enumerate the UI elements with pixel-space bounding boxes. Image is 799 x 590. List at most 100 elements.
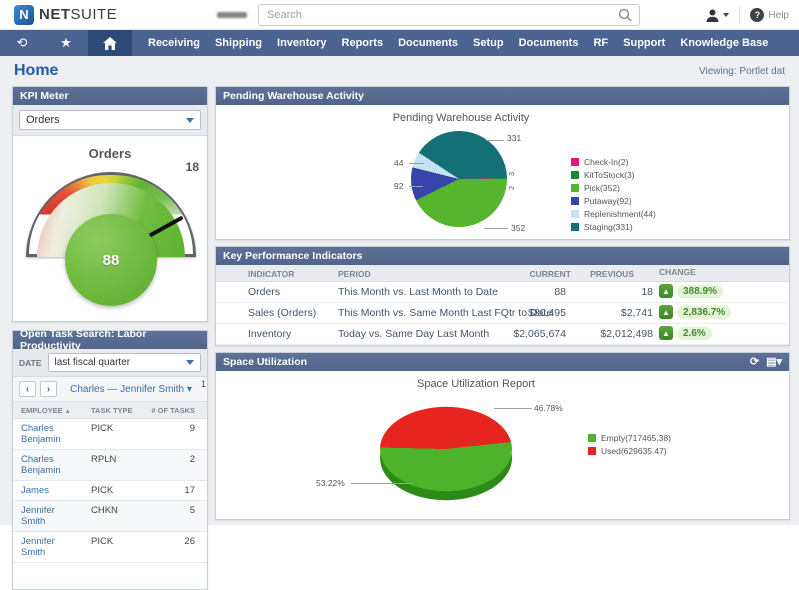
task-count-cell: 17 (140, 481, 207, 501)
pending-activity-title: Pending Warehouse Activity (223, 90, 364, 102)
kpi-previous: $2,741 (621, 307, 653, 319)
space-utilization-portlet: Space Utilization ⟳ ▤▾ Space Utilization… (215, 352, 790, 520)
task-count-cell: 9 (140, 419, 207, 450)
task-count-cell: 5 (140, 501, 207, 532)
col-task-type[interactable]: TASK TYPE (83, 402, 140, 419)
user-menu-icon[interactable] (705, 8, 729, 23)
kpi-period: This Month vs. Last Month to Date (338, 286, 498, 298)
arrow-up-icon: ▲ (659, 284, 673, 298)
nav-item-shipping[interactable]: Shipping (215, 37, 262, 49)
chart-title: Space Utilization Report (351, 378, 601, 390)
space-utilization-pie[interactable] (380, 407, 512, 491)
nav-item-setup[interactable]: Setup (473, 37, 504, 49)
nav-item-inventory[interactable]: Inventory (277, 37, 327, 49)
portlet-menu-icon[interactable]: ▤▾ (766, 357, 782, 368)
next-page-button[interactable]: › (40, 381, 57, 397)
employee-link[interactable]: Jennifer Smith (13, 501, 83, 532)
employee-link[interactable]: Charles Benjamin (13, 419, 83, 450)
table-row: Jennifer Smith CHKN 5 (13, 501, 207, 532)
recent-records-icon[interactable]: ⟲ (0, 30, 44, 56)
kpi-change: ▲388.9% (659, 284, 723, 298)
table-row: Charles Benjamin RPLN 2 (13, 450, 207, 481)
nav-item-documents-2[interactable]: Documents (519, 37, 579, 49)
brand-text: NETSUITE (39, 6, 117, 23)
sort-asc-icon: ▲ (65, 409, 71, 415)
task-type-cell: PICK (83, 481, 140, 501)
shortcuts-star-icon[interactable]: ★ (44, 30, 88, 56)
col-current: CURRENT (529, 269, 571, 279)
space-utilization-header[interactable]: Space Utilization ⟳ ▤▾ (216, 353, 789, 371)
employee-link[interactable]: Charles Benjamin (13, 450, 83, 481)
gauge-marker-label: 18 (186, 160, 199, 174)
pending-activity-header[interactable]: Pending Warehouse Activity (216, 87, 789, 105)
nav-item-rf[interactable]: RF (593, 37, 608, 49)
kpi-indicator-link[interactable]: Sales (Orders) (248, 307, 316, 319)
kpi-current: $80,495 (528, 307, 566, 319)
callout-line (351, 483, 413, 484)
task-search-portlet: Open Task Search: Labor Productivity DAT… (12, 330, 208, 590)
netsuite-logo[interactable]: N NETSUITE (14, 5, 117, 25)
task-type-cell: PICK (83, 419, 140, 450)
legend-swatch (571, 197, 579, 205)
legend-swatch (571, 210, 579, 218)
pending-activity-pie[interactable] (411, 131, 507, 227)
global-search[interactable] (258, 4, 640, 26)
viewing-label[interactable]: Viewing: Portlet dat (699, 66, 785, 77)
task-type-cell: RPLN (83, 450, 140, 481)
orders-gauge[interactable]: 88 (26, 172, 196, 257)
kpi-indicator-link[interactable]: Orders (248, 286, 280, 298)
label-used-pct: 46.78% (534, 403, 563, 413)
kpi-current: 88 (554, 286, 566, 298)
kpi-change: ▲2.6% (659, 326, 712, 340)
top-header: N NETSUITE ? Help (0, 0, 799, 30)
main-nav: ⟲ ★ Receiving Shipping Inventory Reports… (0, 30, 799, 56)
legend-item: Empty(717465.38) (588, 433, 671, 443)
legend-swatch (588, 447, 596, 455)
range-selector[interactable]: Charles — Jennifer Smith ▾ (61, 384, 201, 395)
kpi-previous: 18 (641, 286, 653, 298)
kpi-previous: $2,012,498 (600, 328, 653, 340)
divider (739, 6, 740, 24)
label-pick: 352 (511, 223, 525, 233)
refresh-icon[interactable]: ⟳ (750, 357, 759, 368)
col-previous: PREVIOUS (590, 269, 634, 279)
col-indicator: INDICATOR (248, 269, 294, 279)
chevron-down-icon (186, 360, 194, 365)
kpi-portlet: Key Performance Indicators INDICATOR PER… (215, 246, 790, 346)
legend-item: Check-In(2) (571, 157, 656, 167)
legend-item: Putaway(92) (571, 196, 656, 206)
nav-item-knowledge-base[interactable]: Knowledge Base (680, 37, 768, 49)
nav-item-documents[interactable]: Documents (398, 37, 458, 49)
date-select[interactable]: last fiscal quarter (48, 353, 201, 372)
employee-link[interactable]: James (13, 481, 83, 501)
kpi-meter-title: KPI Meter (20, 90, 68, 102)
employee-link[interactable]: Jennifer Smith (13, 532, 83, 563)
callout-line (409, 163, 424, 164)
chevron-down-icon (186, 118, 194, 123)
task-count-cell: 2 (140, 450, 207, 481)
prev-page-button[interactable]: ‹ (19, 381, 36, 397)
search-icon[interactable] (618, 8, 632, 22)
legend-swatch (571, 223, 579, 231)
pending-activity-chart: Pending Warehouse Activity 331 44 92 352… (216, 105, 789, 240)
gauge-title: Orders (13, 146, 207, 161)
task-search-header[interactable]: Open Task Search: Labor Productivity (13, 331, 207, 349)
search-input[interactable] (259, 9, 618, 21)
kpi-indicator-link[interactable]: Inventory (248, 328, 291, 340)
help-button[interactable]: ? Help (750, 8, 789, 22)
col-employee[interactable]: EMPLOYEE ▲ (13, 402, 83, 419)
kpi-current: $2,065,674 (513, 328, 566, 340)
kpi-meter-header[interactable]: KPI Meter (13, 87, 207, 105)
nav-item-support[interactable]: Support (623, 37, 665, 49)
task-type-cell: CHKN (83, 501, 140, 532)
nav-item-receiving[interactable]: Receiving (148, 37, 200, 49)
kpi-header[interactable]: Key Performance Indicators (216, 247, 789, 265)
legend-item: Staging(331) (571, 222, 656, 232)
home-tab[interactable] (88, 30, 132, 56)
label-checkin: 2 (509, 185, 516, 190)
kpi-meter-portlet: KPI Meter Orders Orders 88 18 (12, 86, 208, 322)
col-num-tasks[interactable]: # OF TASKS (140, 402, 207, 419)
kpi-column-headers: INDICATOR PERIOD CURRENT PREVIOUS CHANGE (216, 265, 789, 282)
nav-item-reports[interactable]: Reports (342, 37, 384, 49)
kpi-select[interactable]: Orders (19, 110, 201, 130)
